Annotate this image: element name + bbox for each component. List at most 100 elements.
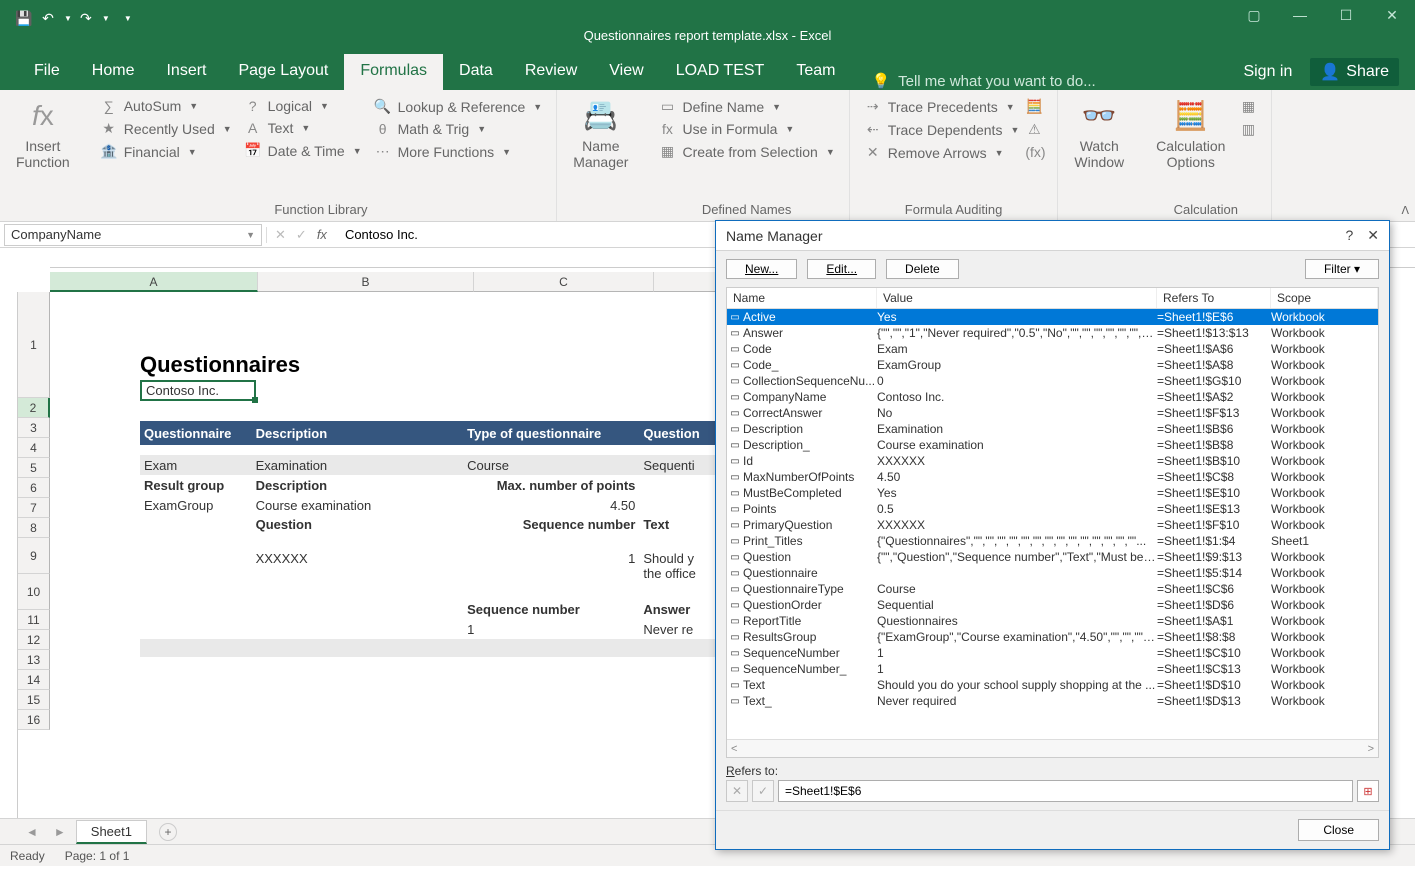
name-list-item[interactable]: ▭Question{"","Question","Sequence number… [727,549,1378,565]
refers-accept-icon[interactable]: ✓ [752,780,774,802]
calc-sheet-button[interactable]: ▥ [1239,121,1257,138]
share-button[interactable]: 👤Share [1310,58,1399,86]
row-header[interactable]: 1 [18,292,50,398]
audit-trace-dependents[interactable]: ⇠Trace Dependents▼ [864,121,1020,138]
cancel-formula-icon[interactable]: ✕ [275,227,286,243]
row-header[interactable]: 8 [18,518,50,538]
name-list-item[interactable]: ▭Answer{"","","1","Never required","0.5"… [727,325,1378,341]
row-header[interactable]: 13 [18,650,50,670]
func-autosum[interactable]: ∑AutoSum▼ [100,98,232,114]
tab-review[interactable]: Review [509,54,593,90]
tab-home[interactable]: Home [76,54,151,90]
range-picker-icon[interactable]: ⊞ [1357,780,1379,802]
name-manager-button[interactable]: 📇 Name Manager [565,94,636,174]
edit-button[interactable]: Edit... [807,259,876,279]
tab-data[interactable]: Data [443,54,509,90]
row-header[interactable]: 6 [18,478,50,498]
insert-function-button[interactable]: fx Insert Function [8,94,78,174]
undo-icon[interactable]: ↶ [38,8,58,28]
func-logical[interactable]: ?Logical▼ [244,98,362,114]
func-recently-used[interactable]: ★Recently Used▼ [100,120,232,137]
add-sheet-button[interactable]: + [159,823,177,841]
name-list-item[interactable]: ▭IdXXXXXX=Sheet1!$B$10Workbook [727,453,1378,469]
col-header[interactable]: C [474,272,654,292]
func-date-time[interactable]: 📅Date & Time▼ [244,142,362,159]
qat-customize[interactable]: ▼ [124,14,132,23]
name-list-item[interactable]: ▭Code_ExamGroup=Sheet1!$A$8Workbook [727,357,1378,373]
undo-dropdown[interactable]: ▼ [64,14,72,23]
tab-insert[interactable]: Insert [150,54,222,90]
name-list-item[interactable]: ▭Points0.5=Sheet1!$E$13Workbook [727,501,1378,517]
name-list-item[interactable]: ▭Description_Course examination=Sheet1!$… [727,437,1378,453]
delete-button[interactable]: Delete [886,259,959,279]
audit-side[interactable]: 🧮 [1025,98,1043,115]
col-header[interactable]: A [50,272,258,292]
func-text[interactable]: AText▼ [244,120,362,136]
row-header[interactable]: 14 [18,670,50,690]
row-header[interactable]: 16 [18,710,50,730]
func-lookup-reference[interactable]: 🔍Lookup & Reference▼ [374,98,543,115]
redo-dropdown[interactable]: ▼ [102,14,110,23]
close-icon[interactable]: ✕ [1369,0,1415,30]
row-header[interactable]: 4 [18,438,50,458]
name-list-item[interactable]: ▭ResultsGroup{"ExamGroup","Course examin… [727,629,1378,645]
name-list-item[interactable]: ▭SequenceNumber1=Sheet1!$C$10Workbook [727,645,1378,661]
tab-load-test[interactable]: LOAD TEST [660,54,781,90]
row-header[interactable]: 3 [18,418,50,438]
hscrollbar[interactable]: <> [727,739,1378,757]
name-list-item[interactable]: ▭TextShould you do your school supply sh… [727,677,1378,693]
tab-view[interactable]: View [593,54,659,90]
refers-to-input[interactable] [778,780,1353,802]
selected-cell[interactable]: Contoso Inc. [140,380,256,401]
row-header[interactable]: 12 [18,630,50,650]
fx-icon[interactable]: fx [317,227,327,242]
close-button[interactable]: Close [1298,819,1379,841]
func-financial[interactable]: 🏦Financial▼ [100,143,232,160]
audit-remove-arrows[interactable]: ✕Remove Arrows▼ [864,144,1020,161]
name-list-item[interactable]: ▭PrimaryQuestionXXXXXX=Sheet1!$F$10Workb… [727,517,1378,533]
row-header[interactable]: 10 [18,574,50,610]
row-header[interactable]: 11 [18,610,50,630]
row-header[interactable]: 7 [18,498,50,518]
tab-team[interactable]: Team [780,54,851,90]
calc-now-button[interactable]: ▦ [1239,98,1257,115]
name-list-item[interactable]: ▭CompanyNameContoso Inc.=Sheet1!$A$2Work… [727,389,1378,405]
collapse-ribbon-icon[interactable]: ᐱ [1401,204,1409,217]
func-math-trig[interactable]: θMath & Trig▼ [374,121,543,137]
name-list-item[interactable]: ▭QuestionnaireTypeCourse=Sheet1!$C$6Work… [727,581,1378,597]
name-list-item[interactable]: ▭Questionnaire=Sheet1!$5:$14Workbook [727,565,1378,581]
name-list-item[interactable]: ▭CollectionSequenceNu...0=Sheet1!$G$10Wo… [727,373,1378,389]
row-header[interactable]: 2 [18,398,50,418]
name-list-item[interactable]: ▭CorrectAnswerNo=Sheet1!$F$13Workbook [727,405,1378,421]
row-header[interactable]: 15 [18,690,50,710]
minimize-icon[interactable]: — [1277,0,1323,30]
ribbon-display-icon[interactable]: ▢ [1231,0,1277,30]
func-more-functions[interactable]: ⋯More Functions▼ [374,143,543,160]
defname-create-from-selection[interactable]: ▦Create from Selection▼ [658,143,834,160]
name-list-item[interactable]: ▭DescriptionExamination=Sheet1!$B$6Workb… [727,421,1378,437]
name-list-item[interactable]: ▭MaxNumberOfPoints4.50=Sheet1!$C$8Workbo… [727,469,1378,485]
tell-me[interactable]: 💡Tell me what you want to do... [851,72,1095,90]
name-list-item[interactable]: ▭SequenceNumber_1=Sheet1!$C$13Workbook [727,661,1378,677]
calculation-options-button[interactable]: 🧮 Calculation Options [1148,94,1233,174]
audit-side[interactable]: (fx) [1025,144,1043,160]
list-header[interactable]: Name Value Refers To Scope [727,288,1378,309]
refers-cancel-icon[interactable]: ✕ [726,780,748,802]
col-header[interactable]: B [258,272,474,292]
name-list-item[interactable]: ▭CodeExam=Sheet1!$A$6Workbook [727,341,1378,357]
name-list-item[interactable]: ▭Text_Never required=Sheet1!$D$13Workboo… [727,693,1378,709]
tab-nav-next[interactable]: ► [48,825,72,839]
name-list-item[interactable]: ▭Print_Titles{"Questionnaires","","","",… [727,533,1378,549]
new-button[interactable]: New... [726,259,797,279]
tab-file[interactable]: File [18,54,76,90]
tab-formulas[interactable]: Formulas [344,54,443,90]
name-list-item[interactable]: ▭ActiveYes=Sheet1!$E$6Workbook [727,309,1378,325]
row-header[interactable]: 9 [18,538,50,574]
audit-side[interactable]: ⚠ [1025,121,1043,138]
chevron-down-icon[interactable]: ▼ [246,230,255,240]
sign-in-link[interactable]: Sign in [1243,63,1292,81]
tab-nav-prev[interactable]: ◄ [20,825,44,839]
save-icon[interactable]: 💾 [14,8,34,28]
name-list-item[interactable]: ▭ReportTitleQuestionnaires=Sheet1!$A$1Wo… [727,613,1378,629]
defname-define-name[interactable]: ▭Define Name▼ [658,98,834,115]
